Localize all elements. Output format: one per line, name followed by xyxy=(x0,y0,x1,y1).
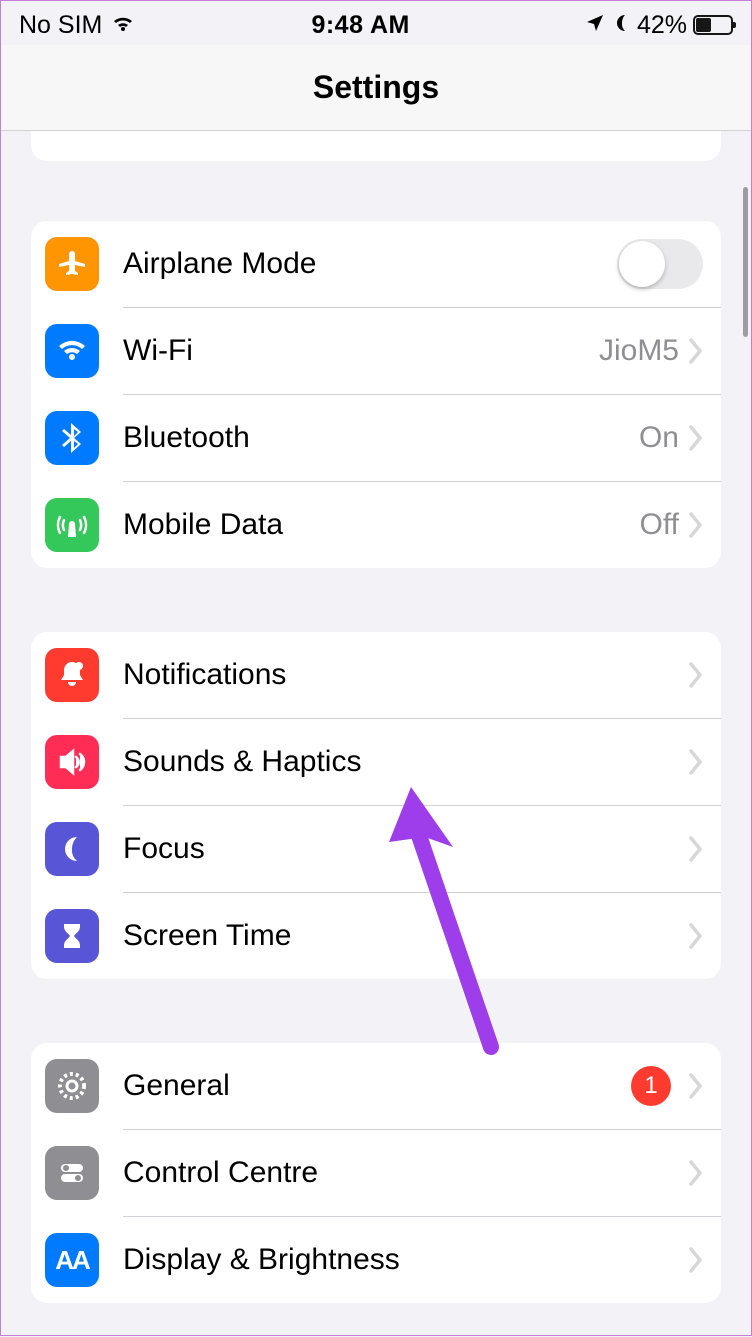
battery-percentage: 42% xyxy=(637,11,687,40)
hourglass-icon xyxy=(45,909,99,963)
chevron-right-icon xyxy=(689,1160,703,1186)
bluetooth-detail: On xyxy=(639,421,679,455)
chevron-right-icon xyxy=(689,662,703,688)
wifi-icon xyxy=(45,324,99,378)
chevron-right-icon xyxy=(689,338,703,364)
bluetooth-icon xyxy=(45,411,99,465)
nav-header: Settings xyxy=(1,45,751,131)
notifications-row[interactable]: Notifications xyxy=(31,632,721,718)
settings-scroll[interactable]: Airplane Mode Wi-Fi JioM5 Bluetooth On xyxy=(1,131,751,1337)
cellular-icon xyxy=(45,498,99,552)
focus-label: Focus xyxy=(123,832,689,866)
bluetooth-row[interactable]: Bluetooth On xyxy=(31,395,721,481)
location-icon xyxy=(585,11,605,40)
alerts-group: Notifications Sounds & Haptics Focus xyxy=(31,632,721,979)
general-badge: 1 xyxy=(631,1066,671,1106)
general-row[interactable]: General 1 xyxy=(31,1043,721,1129)
sounds-label: Sounds & Haptics xyxy=(123,745,689,779)
airplane-mode-row[interactable]: Airplane Mode xyxy=(31,221,721,307)
chevron-right-icon xyxy=(689,1073,703,1099)
airplane-label: Airplane Mode xyxy=(123,247,617,281)
moon-icon xyxy=(611,11,631,40)
mobile-data-row[interactable]: Mobile Data Off xyxy=(31,482,721,568)
carrier-text: No SIM xyxy=(19,11,102,40)
previous-group-peek xyxy=(31,131,721,161)
display-brightness-row[interactable]: AA Display & Brightness xyxy=(31,1217,721,1303)
mobile-data-detail: Off xyxy=(640,508,679,542)
focus-row[interactable]: Focus xyxy=(31,806,721,892)
status-time: 9:48 AM xyxy=(311,11,409,40)
chevron-right-icon xyxy=(689,923,703,949)
wifi-status-icon xyxy=(110,11,136,40)
chevron-right-icon xyxy=(689,1247,703,1273)
bell-icon xyxy=(45,648,99,702)
network-group: Airplane Mode Wi-Fi JioM5 Bluetooth On xyxy=(31,221,721,568)
control-centre-label: Control Centre xyxy=(123,1156,689,1190)
status-bar: No SIM 9:48 AM 42% xyxy=(1,1,751,45)
screen-time-row[interactable]: Screen Time xyxy=(31,893,721,979)
airplane-toggle[interactable] xyxy=(617,239,703,289)
system-group: General 1 Control Centre AA Display & Br… xyxy=(31,1043,721,1303)
aa-icon: AA xyxy=(45,1233,99,1287)
gear-icon xyxy=(45,1059,99,1113)
control-centre-row[interactable]: Control Centre xyxy=(31,1130,721,1216)
wifi-detail: JioM5 xyxy=(599,334,679,368)
chevron-right-icon xyxy=(689,836,703,862)
page-title: Settings xyxy=(313,69,439,106)
notifications-label: Notifications xyxy=(123,658,689,692)
wifi-label: Wi-Fi xyxy=(123,334,599,368)
scroll-indicator xyxy=(743,187,748,337)
bluetooth-label: Bluetooth xyxy=(123,421,639,455)
mobile-data-label: Mobile Data xyxy=(123,508,640,542)
wifi-row[interactable]: Wi-Fi JioM5 xyxy=(31,308,721,394)
slider-icon xyxy=(45,1146,99,1200)
chevron-right-icon xyxy=(689,425,703,451)
battery-icon xyxy=(693,15,733,35)
speaker-icon xyxy=(45,735,99,789)
chevron-right-icon xyxy=(689,512,703,538)
general-label: General xyxy=(123,1069,631,1103)
chevron-right-icon xyxy=(689,749,703,775)
display-label: Display & Brightness xyxy=(123,1243,689,1277)
sounds-haptics-row[interactable]: Sounds & Haptics xyxy=(31,719,721,805)
focus-moon-icon xyxy=(45,822,99,876)
screen-time-label: Screen Time xyxy=(123,919,689,953)
airplane-icon xyxy=(45,237,99,291)
